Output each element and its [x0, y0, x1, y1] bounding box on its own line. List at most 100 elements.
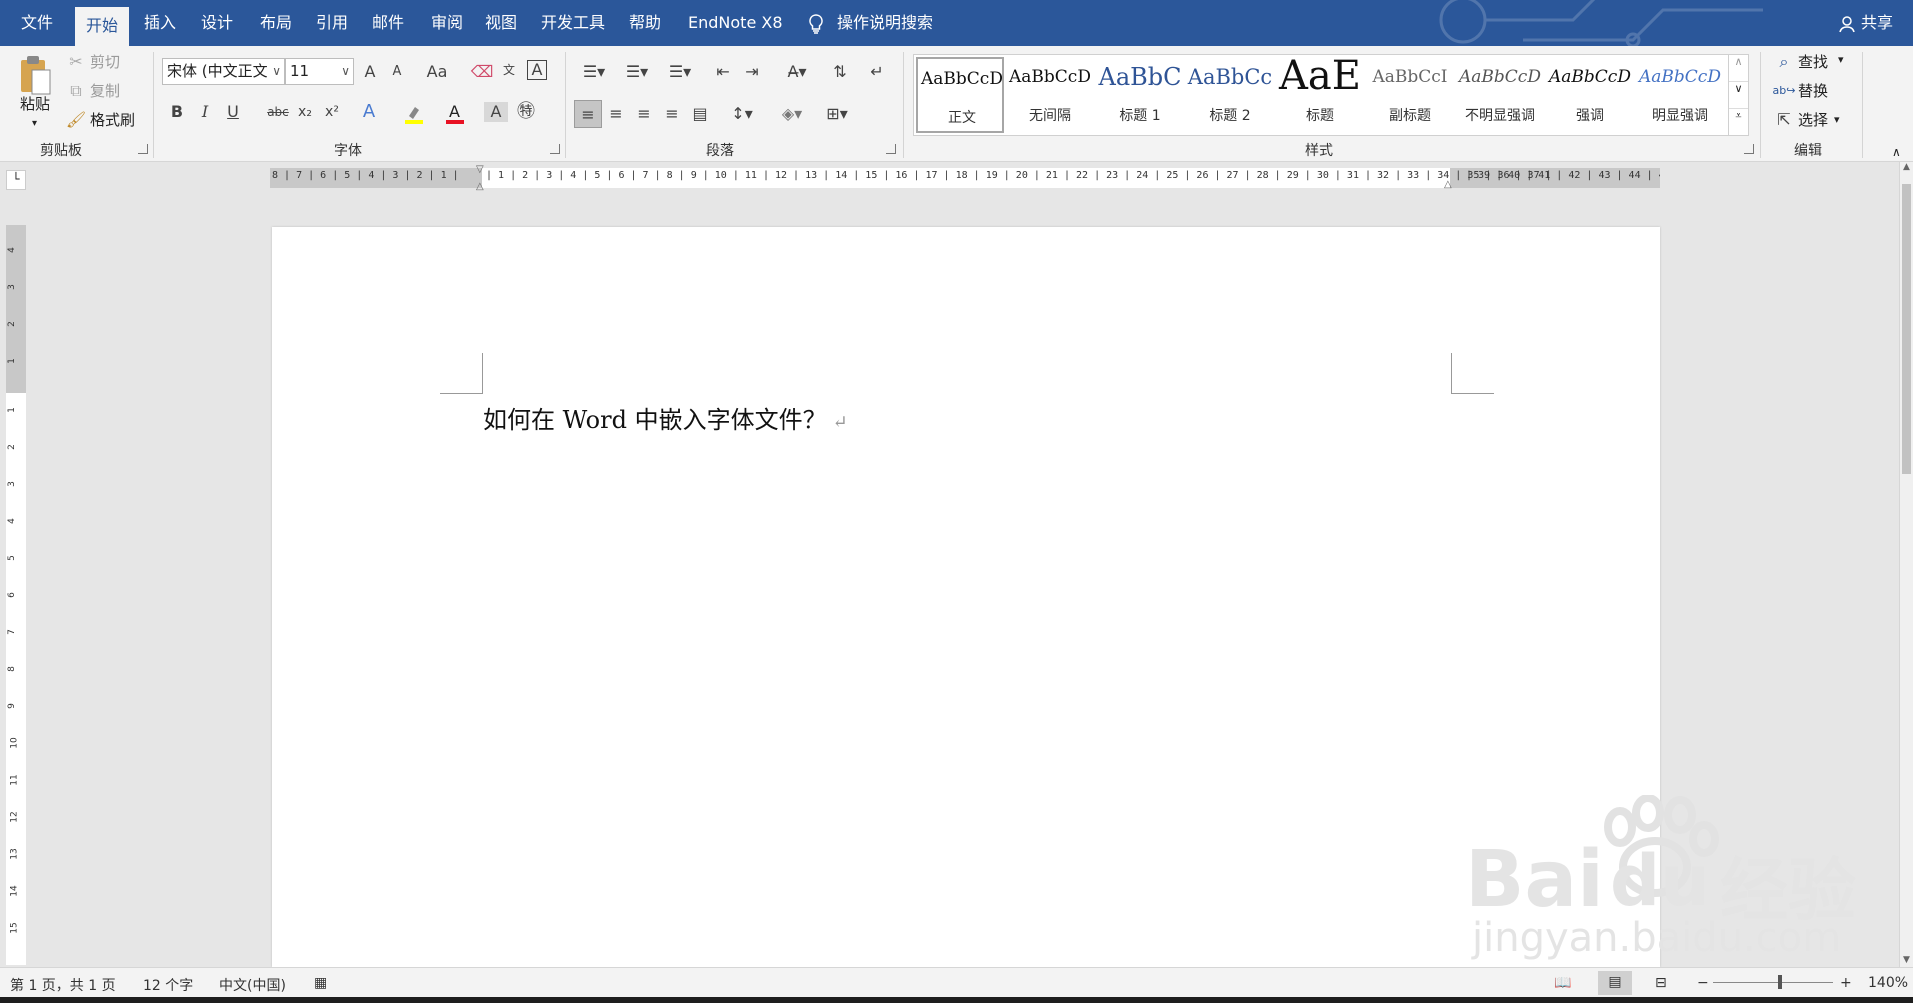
replace-button[interactable]: 替换	[1798, 81, 1828, 101]
macro-record-icon[interactable]: ▦	[314, 975, 327, 991]
menu-tab[interactable]: 布局	[249, 0, 303, 46]
style-item[interactable]: AaBbCcD 无间隔	[1006, 57, 1094, 133]
sort-icon[interactable]: ⇅	[828, 62, 852, 82]
justify-icon[interactable]: ≡	[660, 104, 684, 124]
zoom-in-icon[interactable]: +	[1840, 975, 1852, 991]
align-right-icon[interactable]: ≡	[632, 104, 656, 124]
font-color-icon[interactable]: A	[444, 102, 466, 126]
style-item[interactable]: AaBbCcI 副标题	[1366, 57, 1454, 133]
highlight-icon[interactable]	[403, 104, 425, 124]
align-left-icon[interactable]: ≡	[574, 100, 602, 128]
copy-button[interactable]: 复制	[90, 81, 120, 101]
character-shading-icon[interactable]: A	[484, 102, 508, 122]
share-button[interactable]: 共享	[1850, 0, 1904, 46]
document-text-line[interactable]: 如何在 Word 中嵌入字体文件？ ↵	[483, 400, 848, 435]
style-item[interactable]: AaBbCcD 强调	[1546, 57, 1634, 133]
zoom-out-icon[interactable]: −	[1697, 975, 1709, 991]
styles-gallery-scroll[interactable]: ∧ ∨ ⩡	[1729, 54, 1749, 136]
text-effects-icon[interactable]: A	[357, 102, 381, 122]
lightbulb-icon[interactable]	[806, 13, 826, 34]
menu-tab[interactable]: 设计	[190, 0, 244, 46]
find-button[interactable]: 查找	[1798, 52, 1828, 72]
more-styles-icon[interactable]: ⩡	[1729, 109, 1748, 135]
menu-tab[interactable]: 视图	[474, 0, 528, 46]
superscript-icon[interactable]: x²	[320, 102, 344, 122]
underline-icon[interactable]: U	[221, 102, 245, 122]
phonetic-guide-icon[interactable]: 文	[497, 60, 521, 80]
scroll-up-icon[interactable]: ▲	[1900, 162, 1913, 172]
clipboard-launcher-icon[interactable]	[138, 144, 148, 154]
hanging-indent-icon[interactable]: △	[476, 181, 484, 192]
decrease-indent-icon[interactable]: ⇤	[711, 62, 735, 82]
menu-tab[interactable]: 开发工具	[530, 0, 616, 46]
clear-formatting-icon[interactable]: ⌫	[470, 62, 494, 82]
distributed-icon[interactable]: ▤	[688, 104, 712, 124]
menu-tab[interactable]: 审阅	[420, 0, 474, 46]
font-launcher-icon[interactable]	[550, 144, 560, 154]
font-size-combo[interactable]: 11 ∨	[285, 58, 354, 85]
format-painter-button[interactable]: 格式刷	[90, 110, 135, 130]
menu-tab[interactable]: 开始	[75, 7, 130, 46]
collapse-ribbon-icon[interactable]: ∧	[1892, 142, 1901, 162]
style-item[interactable]: AaBbCcD 不明显强调	[1456, 57, 1544, 133]
page-count[interactable]: 第 1 页，共 1 页	[10, 975, 116, 995]
line-spacing-icon[interactable]: ↕▾	[725, 104, 759, 124]
word-count[interactable]: 12 个字	[143, 975, 193, 995]
style-item[interactable]: AaBbCcD 明显强调	[1636, 57, 1724, 133]
menu-tab[interactable]: 文件	[10, 0, 64, 46]
multilevel-list-icon[interactable]: ☰▾	[663, 62, 697, 82]
print-layout-icon[interactable]: ▤	[1598, 971, 1632, 995]
menu-tab[interactable]: 邮件	[361, 0, 415, 46]
select-button[interactable]: 选择	[1798, 110, 1828, 130]
bullets-icon[interactable]: ☰▾	[577, 62, 611, 82]
grow-font-icon[interactable]: A	[358, 62, 382, 82]
shading-icon[interactable]: ◈▾	[775, 104, 809, 124]
menu-tab[interactable]: 帮助	[618, 0, 672, 46]
zoom-slider-thumb[interactable]	[1778, 975, 1782, 989]
style-item[interactable]: AaBbCcD 正文	[916, 57, 1004, 133]
document-page[interactable]	[272, 227, 1660, 967]
tab-selector-icon[interactable]: └	[6, 170, 26, 190]
asian-layout-icon[interactable]: A̶▾	[780, 62, 814, 82]
borders-icon[interactable]: ⊞▾	[820, 104, 854, 124]
vertical-scrollbar[interactable]: ▲ ▼	[1899, 162, 1913, 967]
select-dropdown-icon[interactable]: ▾	[1834, 110, 1840, 130]
vertical-ruler[interactable]: 4 3 2 1 1 2 3 4 5 6 7 8 9 10 11 12 13 14 15	[6, 225, 26, 965]
strikethrough-icon[interactable]: abc	[266, 102, 290, 122]
right-indent-icon[interactable]: △	[1444, 179, 1452, 190]
menu-tab[interactable]: 引用	[305, 0, 359, 46]
align-center-icon[interactable]: ≡	[604, 104, 628, 124]
scroll-down-icon[interactable]: ▼	[1900, 955, 1913, 965]
zoom-slider[interactable]	[1713, 982, 1833, 983]
find-dropdown-icon[interactable]: ▾	[1838, 50, 1844, 70]
style-item[interactable]: AaBbC 标题 1	[1096, 57, 1184, 133]
font-name-combo[interactable]: 宋体 (中文正文 ∨	[162, 58, 285, 85]
paste-dropdown-icon[interactable]: ▾	[32, 114, 37, 134]
style-item[interactable]: AaBbCc 标题 2	[1186, 57, 1274, 133]
change-case-icon[interactable]: Aa	[420, 62, 454, 82]
language[interactable]: 中文(中国)	[219, 975, 286, 995]
menu-tab[interactable]: 插入	[133, 0, 187, 46]
bold-icon[interactable]: B	[165, 102, 189, 122]
web-layout-icon[interactable]: ⊟	[1655, 975, 1667, 991]
zoom-level[interactable]: 140%	[1868, 975, 1908, 991]
numbering-icon[interactable]: ☰▾	[620, 62, 654, 82]
tell-me-search[interactable]: 操作说明搜索	[826, 0, 944, 46]
scroll-thumb[interactable]	[1902, 184, 1911, 474]
menu-tab[interactable]: EndNote X8	[677, 0, 794, 46]
show-marks-icon[interactable]: ↵	[865, 62, 889, 82]
document-paragraph[interactable]: 如何在 Word 中嵌入字体文件？	[483, 406, 827, 434]
style-item[interactable]: AaE 标题	[1276, 57, 1364, 133]
shrink-font-icon[interactable]: A	[385, 62, 409, 82]
styles-launcher-icon[interactable]	[1744, 144, 1754, 154]
first-line-indent-icon[interactable]: ▽	[476, 164, 484, 175]
paragraph-launcher-icon[interactable]	[886, 144, 896, 154]
read-mode-icon[interactable]: 📖	[1554, 975, 1571, 991]
enclose-characters-icon[interactable]: ㊕	[514, 102, 538, 122]
italic-icon[interactable]: I	[193, 102, 217, 122]
increase-indent-icon[interactable]: ⇥	[740, 62, 764, 82]
paste-button[interactable]: 粘贴	[20, 94, 50, 114]
subscript-icon[interactable]: x₂	[293, 102, 317, 122]
character-border-icon[interactable]: A	[527, 60, 547, 80]
chevron-down-icon[interactable]: ∨	[1729, 82, 1748, 109]
